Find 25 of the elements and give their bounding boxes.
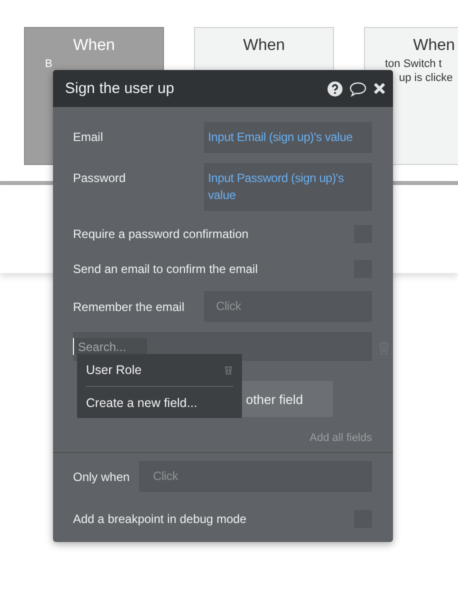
value-field[interactable]: Input Password (sign up)'s value: [204, 163, 372, 211]
card-title: When: [72, 36, 116, 55]
option-label: Send an email to confirm the email: [73, 262, 258, 276]
option-label: Add a breakpoint in debug mode: [73, 512, 246, 526]
option-label: Require a password confirmation: [73, 226, 248, 240]
field-label: Email: [73, 129, 104, 144]
option-label: Remember the email: [73, 300, 184, 314]
search-field[interactable]: Search...: [73, 338, 147, 355]
menu-item[interactable]: Create a new field...: [86, 386, 233, 418]
card-title: When: [242, 36, 286, 55]
help-icon[interactable]: [327, 80, 343, 96]
dialog-title: Sign the user up: [65, 80, 174, 97]
card-description: B: [45, 57, 52, 71]
condition-label: Only when: [73, 470, 130, 484]
dropdown-field[interactable]: Click: [204, 291, 372, 322]
trash-icon[interactable]: [224, 365, 233, 375]
card-description: ton Switch t: [385, 57, 442, 71]
card-description: up is clicke: [399, 71, 453, 85]
comment-icon[interactable]: [349, 80, 367, 96]
field-label: Password: [73, 170, 126, 185]
card-title: When: [412, 36, 456, 55]
value-field[interactable]: Input Email (sign up)'s value: [204, 122, 372, 153]
close-icon[interactable]: [373, 82, 386, 95]
condition-field[interactable]: Click: [139, 461, 372, 492]
add-all-fields-link[interactable]: Add all fields: [310, 432, 372, 444]
